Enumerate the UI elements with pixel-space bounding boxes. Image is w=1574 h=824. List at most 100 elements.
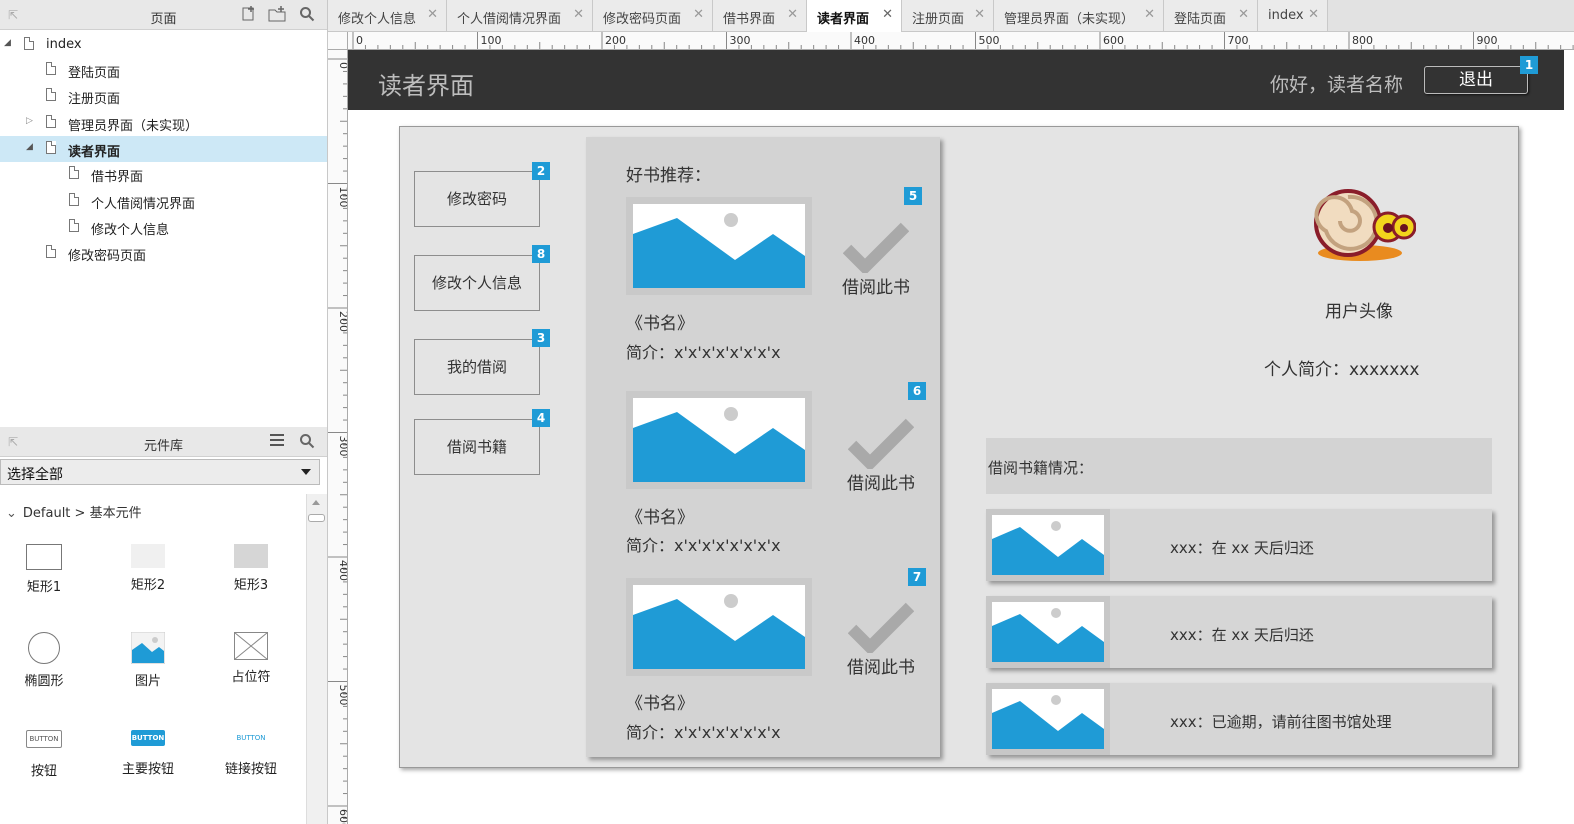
greeting-text: 你好，读者名称 — [1270, 74, 1404, 96]
tab-login[interactable]: 登陆页面 ✕ — [1164, 0, 1258, 31]
rectangle-icon — [26, 544, 62, 570]
expand-arrow-icon[interactable]: ◢ — [26, 142, 33, 152]
borrow-book-button[interactable]: 借阅此书 — [831, 221, 921, 298]
tree-item-reader[interactable]: ◢ 读者界面 — [0, 136, 327, 162]
tab-borrow[interactable]: 借书界面 ✕ — [713, 0, 807, 31]
close-icon[interactable]: ✕ — [427, 7, 438, 22]
book-title: 《书名》 — [626, 508, 694, 528]
borrow-label: 借阅此书 — [847, 658, 915, 678]
library-scrollbar[interactable] — [306, 494, 327, 824]
annotation-badge: 7 — [908, 568, 926, 586]
design-canvas[interactable]: 读者界面 你好，读者名称 退出 1 修改密码 2 修改个人信息 8 我的借阅 3… — [348, 50, 1574, 824]
widget-image[interactable]: 图片 — [108, 632, 188, 689]
close-icon[interactable]: ✕ — [974, 7, 985, 22]
widget-primary-button[interactable]: BUTTON 主要按钮 — [108, 730, 188, 777]
ruler-label: 300 — [730, 34, 751, 47]
tab-reader[interactable]: 读者界面 ✕ — [807, 0, 902, 32]
widget-placeholder[interactable]: 占位符 — [211, 632, 291, 685]
widget-rectangle-2[interactable]: 矩形2 — [108, 544, 188, 593]
loan-item[interactable]: xxx：在 xx 天后归还 — [986, 509, 1492, 581]
logout-button[interactable]: 退出 — [1424, 66, 1528, 94]
ruler-label: 400 — [854, 34, 875, 47]
button-icon: BUTTON — [26, 730, 62, 748]
tab-index[interactable]: index ✕ — [1258, 0, 1328, 31]
tree-item-change-password[interactable]: 修改密码页面 — [0, 240, 327, 266]
widget-label: 主要按钮 — [121, 762, 174, 777]
tree-item-loans[interactable]: 个人借阅情况界面 — [0, 188, 327, 214]
scroll-thumb[interactable] — [308, 514, 325, 522]
close-icon[interactable]: ✕ — [1238, 7, 1249, 22]
page-icon — [69, 193, 79, 206]
search-icon[interactable] — [298, 6, 316, 24]
close-icon[interactable]: ✕ — [787, 7, 798, 22]
search-icon[interactable] — [298, 433, 316, 451]
ruler-label: 600 — [1103, 34, 1124, 47]
pages-panel-header: ⇱ 页面 — [0, 0, 327, 30]
borrow-label: 借阅此书 — [842, 278, 910, 298]
tree-item-borrow[interactable]: 借书界面 — [0, 161, 327, 187]
library-group-header[interactable]: ⌄ Default > 基本元件 — [6, 502, 142, 521]
tab-edit-info[interactable]: 修改个人信息 ✕ — [328, 0, 447, 31]
ruler-label: 700 — [1228, 34, 1249, 47]
widget-label: 按钮 — [30, 764, 57, 779]
close-icon[interactable]: ✕ — [573, 7, 584, 22]
widget-ellipse[interactable]: 椭圆形 — [4, 632, 84, 689]
tree-item-label: 登陆页面 — [68, 66, 121, 81]
close-icon[interactable]: ✕ — [1308, 7, 1319, 22]
borrow-book-button[interactable]: 借阅此书 — [836, 417, 926, 494]
borrow-book-button[interactable]: 借阅此书 — [836, 601, 926, 678]
collapsed-arrow-icon[interactable]: ▷ — [26, 116, 33, 126]
tree-item-login[interactable]: 登陆页面 — [0, 57, 327, 83]
annotation-badge: 3 — [532, 329, 550, 347]
tree-item-register[interactable]: 注册页面 — [0, 83, 327, 109]
reader-panel: 修改密码 2 修改个人信息 8 我的借阅 3 借阅书籍 4 好书推荐： 《书名》… — [399, 126, 1519, 768]
loan-item[interactable]: xxx：已逾期，请前往图书馆处理 — [986, 683, 1492, 755]
library-select[interactable]: 选择全部 — [0, 459, 320, 485]
tree-item-label: 读者界面 — [68, 145, 121, 160]
close-icon[interactable]: ✕ — [1144, 7, 1155, 22]
add-page-icon[interactable] — [240, 6, 258, 24]
tree-item-edit-info[interactable]: 修改个人信息 — [0, 214, 327, 240]
chevron-down-icon — [301, 469, 311, 475]
change-password-button[interactable]: 修改密码 — [414, 171, 540, 227]
add-folder-icon[interactable] — [268, 6, 286, 24]
tab-label: 管理员界面（未实现） — [1004, 12, 1135, 27]
page-icon — [46, 88, 56, 101]
widget-button[interactable]: BUTTON 按钮 — [4, 730, 84, 779]
menu-icon[interactable] — [268, 433, 286, 451]
tab-label: 修改密码页面 — [603, 12, 682, 27]
tab-label: 个人借阅情况界面 — [457, 12, 562, 27]
widget-label: 矩形2 — [130, 578, 166, 593]
tab-register[interactable]: 注册页面 ✕ — [902, 0, 994, 31]
tree-item-index[interactable]: ◢ index — [0, 32, 327, 58]
rectangle-icon — [131, 544, 165, 568]
my-loans-button[interactable]: 我的借阅 — [414, 339, 540, 395]
widget-rectangle-3[interactable]: 矩形3 — [211, 544, 291, 593]
book-title: 《书名》 — [626, 314, 694, 334]
page-icon — [46, 141, 56, 154]
ruler-corner — [328, 32, 348, 50]
ruler-label: 0 — [337, 62, 348, 69]
tree-item-admin[interactable]: ▷ 管理员界面（未实现） — [0, 110, 327, 136]
tree-item-label: 注册页面 — [68, 92, 121, 107]
image-placeholder-icon — [992, 608, 1104, 662]
tree-item-label: 修改个人信息 — [91, 223, 170, 238]
close-icon[interactable]: ✕ — [693, 7, 704, 22]
book-cover-image — [626, 197, 812, 295]
widget-rectangle-1[interactable]: 矩形1 — [4, 544, 84, 595]
tab-change-password[interactable]: 修改密码页面 ✕ — [593, 0, 713, 31]
check-icon — [848, 602, 914, 653]
borrow-books-button[interactable]: 借阅书籍 — [414, 419, 540, 475]
app-header: 读者界面 你好，读者名称 退出 1 — [348, 50, 1564, 110]
edit-info-button[interactable]: 修改个人信息 — [414, 255, 540, 311]
rectangle-icon — [234, 544, 268, 568]
tab-loans[interactable]: 个人借阅情况界面 ✕ — [447, 0, 593, 31]
loan-item[interactable]: xxx：在 xx 天后归还 — [986, 596, 1492, 668]
expand-arrow-icon[interactable]: ◢ — [4, 38, 11, 48]
scroll-up-icon[interactable] — [312, 500, 320, 505]
tab-admin[interactable]: 管理员界面（未实现） ✕ — [994, 0, 1164, 31]
tree-item-label: 个人借阅情况界面 — [91, 197, 196, 212]
close-icon[interactable]: ✕ — [882, 7, 893, 22]
widget-link-button[interactable]: BUTTON 链接按钮 — [211, 730, 291, 777]
page-icon — [46, 115, 56, 128]
